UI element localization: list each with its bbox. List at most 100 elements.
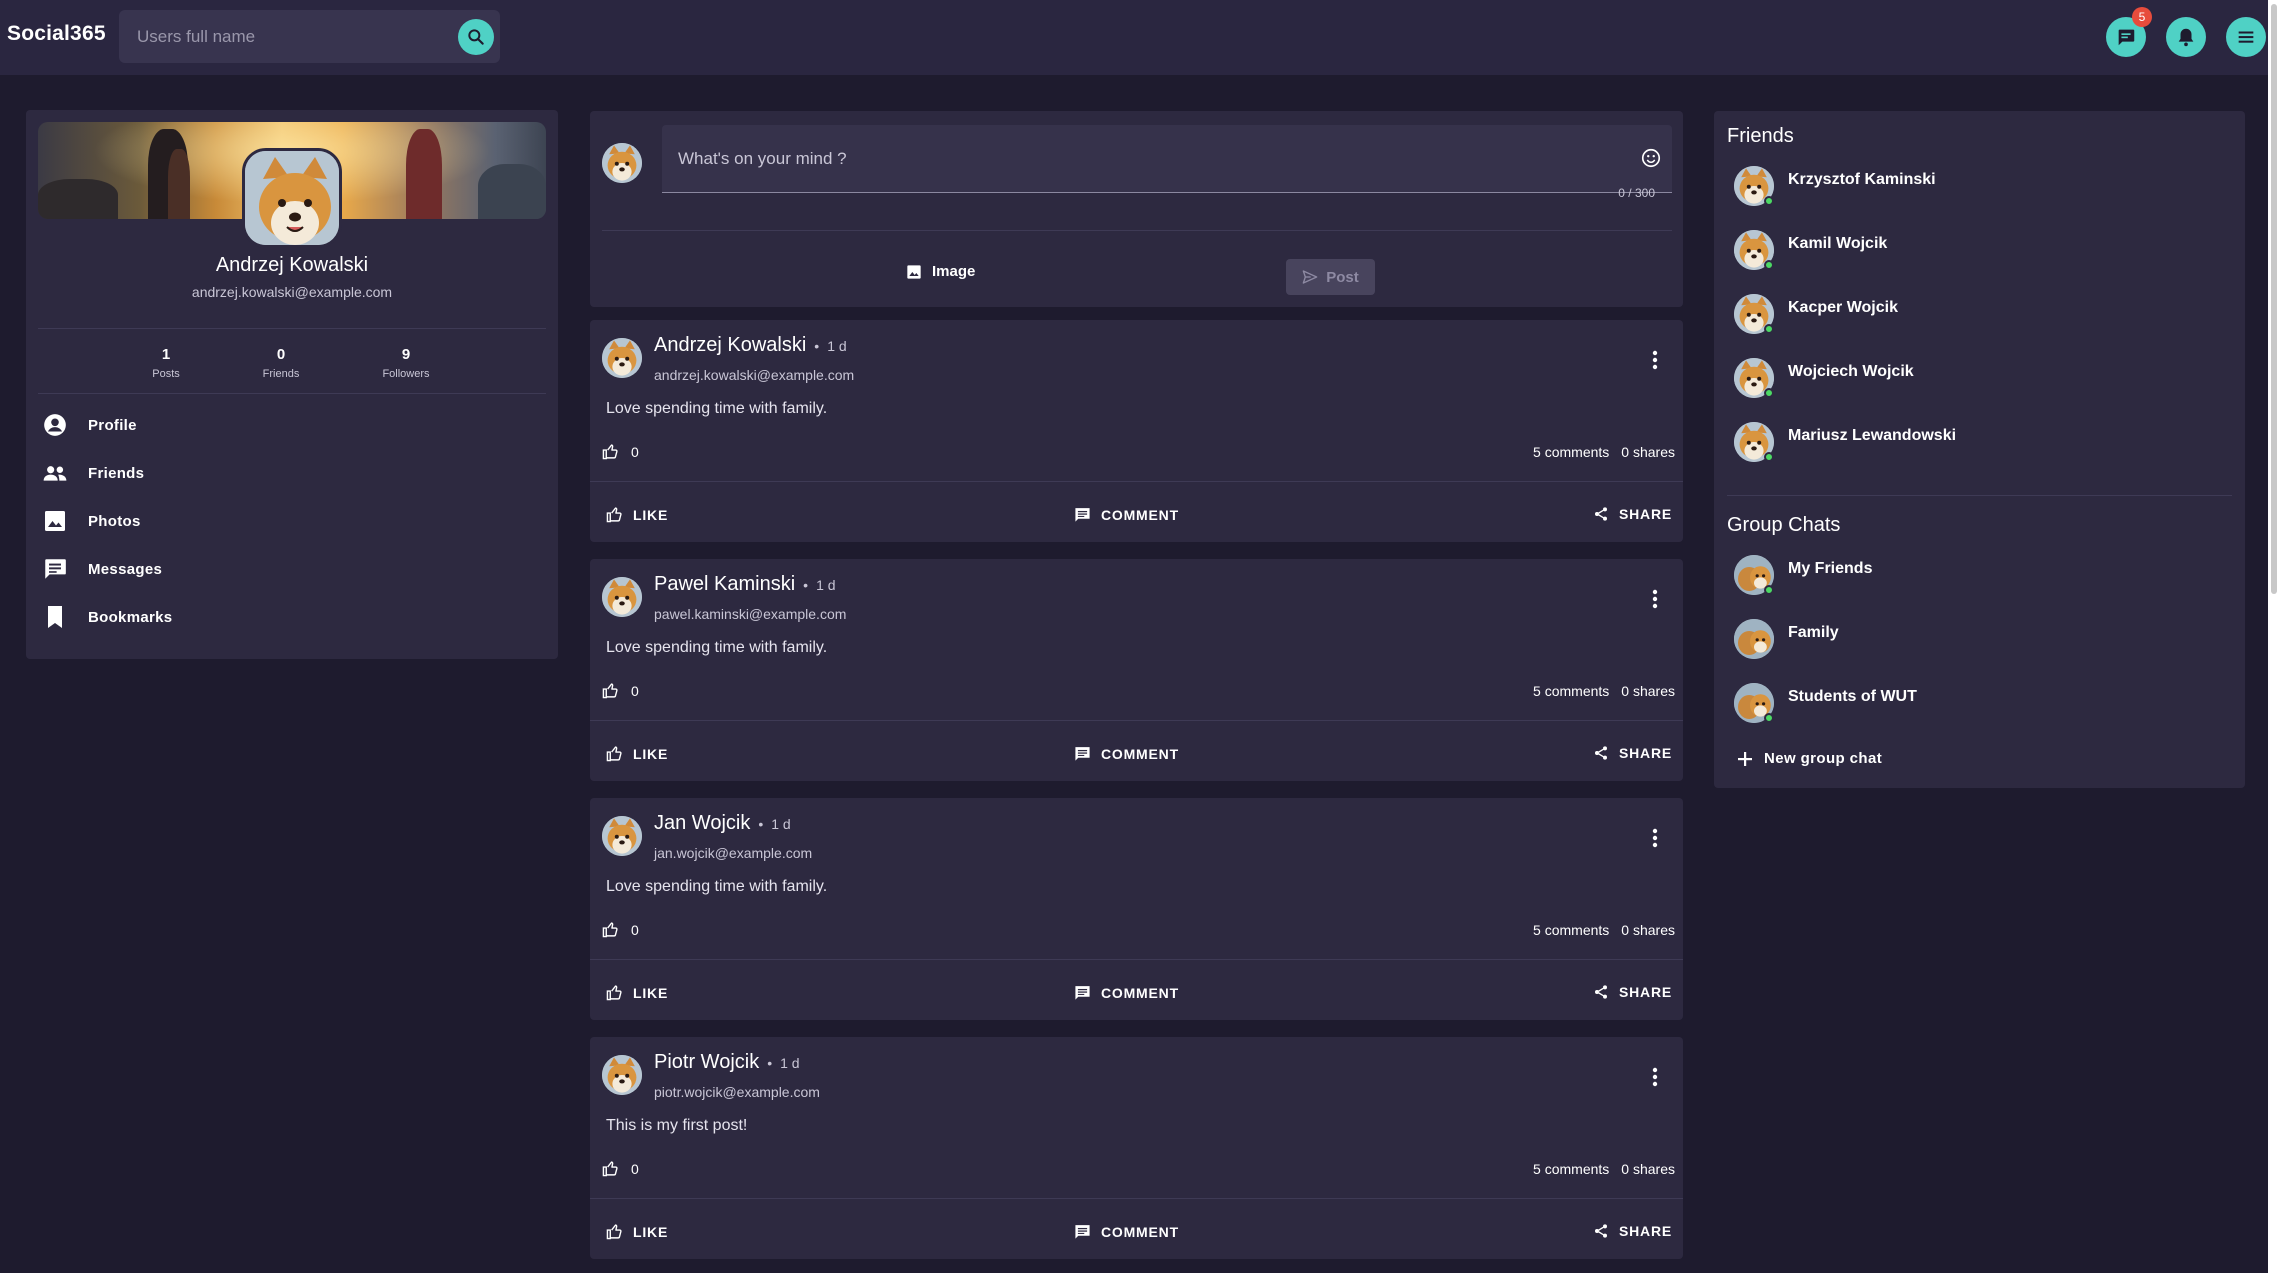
comment-button[interactable]: COMMENT <box>1074 745 1179 762</box>
like-button[interactable]: LIKE <box>606 745 668 762</box>
post-author-email: andrzej.kowalski@example.com <box>654 367 855 383</box>
online-status-dot <box>1764 452 1774 462</box>
chat-icon <box>2118 29 2135 46</box>
share-button[interactable]: SHARE <box>1593 506 1672 522</box>
online-status-dot <box>1764 196 1774 206</box>
nav-item-label: Profile <box>88 416 137 434</box>
thumb-up-icon <box>602 922 618 938</box>
search-button[interactable] <box>458 19 494 55</box>
shares-count[interactable]: 0 shares <box>1621 444 1675 460</box>
add-image-button[interactable]: Image <box>906 263 975 280</box>
post-content: This is my first post! <box>606 1117 748 1134</box>
emoji-icon[interactable] <box>1640 147 1662 174</box>
separator-dot: • <box>767 1055 773 1071</box>
more-options-button[interactable] <box>1647 587 1663 611</box>
notifications-button[interactable] <box>2166 17 2206 57</box>
shares-count[interactable]: 0 shares <box>1621 683 1675 699</box>
online-status-dot <box>1764 324 1774 334</box>
share-button[interactable]: SHARE <box>1593 984 1672 1000</box>
online-status-dot <box>1764 260 1774 270</box>
nav-item-photos[interactable]: Photos <box>42 504 542 538</box>
like-count: 0 <box>602 921 639 938</box>
page-scrollbar[interactable] <box>2268 0 2280 1273</box>
comment-icon <box>1075 508 1090 522</box>
search-icon <box>468 29 484 45</box>
avatar[interactable] <box>602 338 642 378</box>
brand-logo[interactable]: Social365 <box>7 22 106 46</box>
friend-item[interactable]: Krzysztof Kaminski <box>1734 166 2214 210</box>
like-button[interactable]: LIKE <box>606 1223 668 1240</box>
friend-item[interactable]: Mariusz Lewandowski <box>1734 422 2214 466</box>
share-icon <box>1595 1224 1607 1238</box>
stat-followers: 9 Followers <box>366 346 446 380</box>
post-author-name[interactable]: Jan Wojcik <box>654 812 750 835</box>
more-options-button[interactable] <box>1647 1065 1663 1089</box>
separator-dot: • <box>814 338 820 354</box>
image-icon <box>907 264 921 279</box>
more-vert-icon <box>1652 1067 1658 1087</box>
avatar[interactable] <box>602 1055 642 1095</box>
nav-item-friends[interactable]: Friends <box>42 456 542 490</box>
like-button[interactable]: LIKE <box>606 506 668 523</box>
share-button[interactable]: SHARE <box>1593 1223 1672 1239</box>
nav-item-profile[interactable]: Profile <box>42 408 542 442</box>
post-card: Pawel Kaminski • 1 d pawel.kaminski@exam… <box>590 559 1683 781</box>
like-label: LIKE <box>633 506 669 523</box>
new-group-chat-button[interactable]: New group chat <box>1738 750 1882 767</box>
group-chat-item[interactable]: Students of WUT <box>1734 683 2214 727</box>
comment-label: COMMENT <box>1101 984 1179 1001</box>
shares-count[interactable]: 0 shares <box>1621 922 1675 938</box>
nav-item-bookmarks[interactable]: Bookmarks <box>42 600 542 634</box>
nav-item-label: Friends <box>88 464 145 482</box>
post-button[interactable]: Post <box>1286 259 1375 295</box>
comments-count[interactable]: 5 comments <box>1533 1161 1609 1177</box>
stat-followers-label: Followers <box>382 368 430 380</box>
profile-avatar[interactable] <box>242 148 342 248</box>
messages-button[interactable]: 5 <box>2106 7 2152 57</box>
shares-count[interactable]: 0 shares <box>1621 1161 1675 1177</box>
search-input[interactable] <box>137 10 437 63</box>
avatar[interactable] <box>602 577 642 617</box>
avatar[interactable] <box>602 143 642 183</box>
profile-name[interactable]: Andrzej Kowalski <box>26 254 558 277</box>
comments-count[interactable]: 5 comments <box>1533 922 1609 938</box>
comment-button[interactable]: COMMENT <box>1074 984 1179 1001</box>
more-options-button[interactable] <box>1647 348 1663 372</box>
like-button[interactable]: LIKE <box>606 984 668 1001</box>
comments-count[interactable]: 5 comments <box>1533 683 1609 699</box>
post-author-name[interactable]: Piotr Wojcik <box>654 1051 759 1074</box>
group-chat-item[interactable]: My Friends <box>1734 555 2214 599</box>
divider <box>590 481 1683 482</box>
like-count-value: 0 <box>631 443 639 460</box>
post-text-input[interactable] <box>678 125 1578 193</box>
menu-button[interactable] <box>2226 17 2266 57</box>
nav-item-messages[interactable]: Messages <box>42 552 542 586</box>
avatar[interactable] <box>602 816 642 856</box>
post-time: 1 d <box>827 338 847 354</box>
like-count-value: 0 <box>631 921 639 938</box>
friend-item[interactable]: Kacper Wojcik <box>1734 294 2214 338</box>
post-text-field <box>662 125 1672 193</box>
divider <box>602 230 1672 231</box>
share-label: SHARE <box>1619 506 1673 522</box>
group-chat-item[interactable]: Family <box>1734 619 2214 663</box>
post-author-name[interactable]: Andrzej Kowalski <box>654 334 806 357</box>
post-header: Piotr Wojcik • 1 d <box>654 1051 800 1074</box>
friend-item[interactable]: Kamil Wojcik <box>1734 230 2214 274</box>
people-icon <box>42 460 68 486</box>
scrollbar-thumb[interactable] <box>2271 4 2277 594</box>
post-header: Pawel Kaminski • 1 d <box>654 573 836 596</box>
friends-title: Friends <box>1727 125 1794 147</box>
post-author-name[interactable]: Pawel Kaminski <box>654 573 795 596</box>
friend-item[interactable]: Wojciech Wojcik <box>1734 358 2214 402</box>
thumb-up-icon <box>602 444 618 460</box>
nav-item-label: Photos <box>88 512 141 530</box>
like-label: LIKE <box>633 984 669 1001</box>
share-icon <box>1595 746 1607 760</box>
comment-button[interactable]: COMMENT <box>1074 1223 1179 1240</box>
share-label: SHARE <box>1619 984 1673 1000</box>
comments-count[interactable]: 5 comments <box>1533 444 1609 460</box>
more-options-button[interactable] <box>1647 826 1663 850</box>
share-button[interactable]: SHARE <box>1593 745 1672 761</box>
comment-button[interactable]: COMMENT <box>1074 506 1179 523</box>
